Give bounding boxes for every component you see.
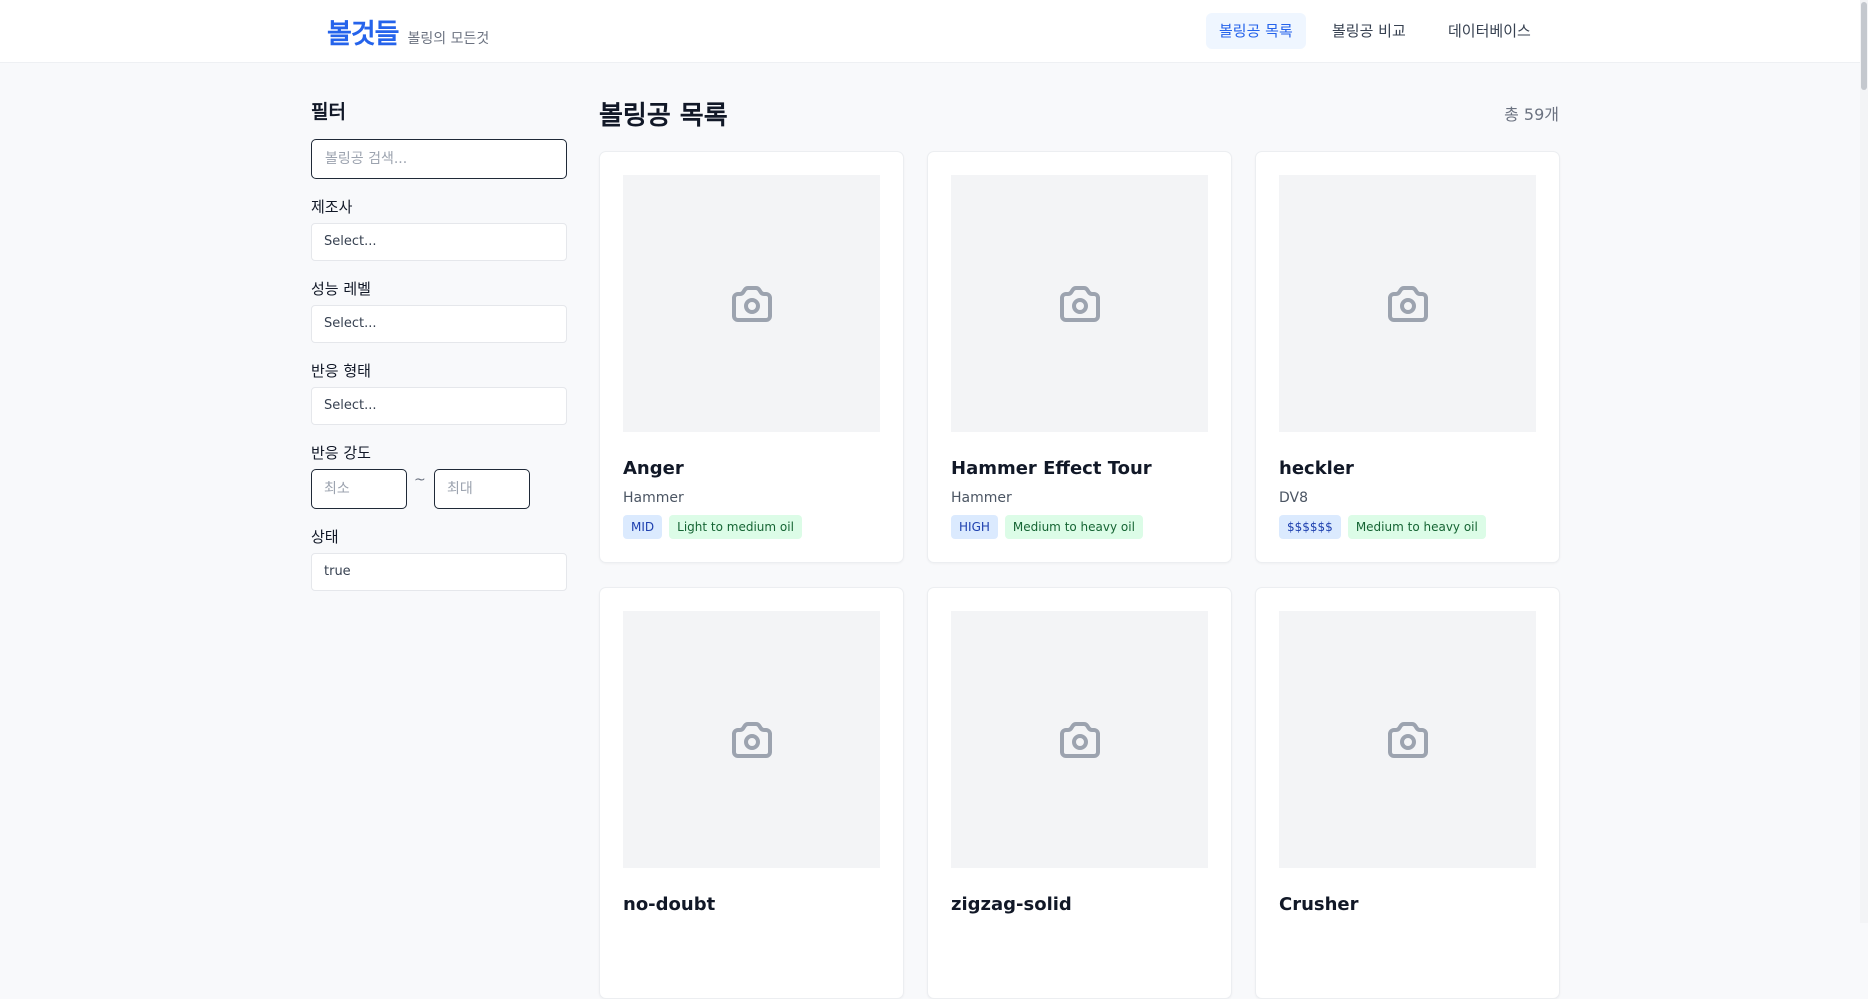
ball-name: Hammer Effect Tour (951, 458, 1152, 479)
ball-card[interactable]: Anger Hammer MID Light to medium oil (599, 151, 904, 563)
page-title: 볼링공 목록 (599, 101, 728, 131)
brand-logo[interactable]: 볼것들 (327, 12, 400, 51)
ball-image-placeholder (1279, 175, 1536, 432)
price-badge: $$$$$$ (1279, 515, 1341, 539)
ball-brand: DV8 (1279, 490, 1309, 506)
brand[interactable]: 볼것들 볼링의 모든것 (327, 12, 489, 51)
ball-image-placeholder (1279, 611, 1536, 868)
ball-image-placeholder (623, 611, 880, 868)
oil-condition-badge: Light to medium oil (669, 515, 802, 539)
camera-icon (1059, 285, 1100, 322)
status-label: 상태 (311, 528, 339, 546)
reaction-shape-label: 반응 형태 (311, 362, 371, 380)
ball-tags: MID Light to medium oil (623, 515, 802, 539)
manufacturer-label: 제조사 (311, 198, 353, 216)
filter-title: 필터 (311, 101, 346, 123)
top-navbar: 볼것들 볼링의 모든것 볼링공 목록 볼링공 비교 데이터베이스 (0, 0, 1868, 63)
ball-card[interactable]: zigzag-solid (927, 587, 1232, 999)
nav-ball-compare[interactable]: 볼링공 비교 (1319, 13, 1419, 49)
ball-image-placeholder (951, 175, 1208, 432)
ball-name: Crusher (1279, 894, 1359, 915)
ball-brand: Hammer (951, 490, 1012, 506)
oil-condition-badge: Medium to heavy oil (1004, 515, 1143, 539)
nav-database[interactable]: 데이터베이스 (1435, 13, 1544, 49)
performance-badge: HIGH (951, 515, 998, 539)
ball-card[interactable]: Hammer Effect Tour Hammer HIGH Medium to… (927, 151, 1232, 563)
camera-icon (1059, 721, 1100, 758)
status-select[interactable]: true (311, 553, 567, 591)
oil-condition-badge: Medium to heavy oil (1347, 515, 1486, 539)
camera-icon (731, 721, 772, 758)
ball-name: no-doubt (623, 894, 716, 915)
manufacturer-select[interactable]: Select... (311, 223, 567, 261)
ball-name: Anger (623, 458, 684, 479)
performance-level-select[interactable]: Select... (311, 305, 567, 343)
performance-level-label: 성능 레벨 (311, 280, 371, 298)
performance-badge: MID (623, 515, 663, 539)
ball-card[interactable]: heckler DV8 $$$$$$ Medium to heavy oil (1255, 151, 1560, 563)
ball-card[interactable]: no-doubt (599, 587, 904, 999)
ball-image-placeholder (951, 611, 1208, 868)
reaction-strength-min-input[interactable] (311, 469, 407, 509)
range-separator: ~ (414, 472, 426, 488)
ball-brand: Hammer (623, 490, 684, 506)
reaction-strength-label: 반응 강도 (311, 444, 371, 462)
result-count: 총 59개 (1504, 105, 1559, 124)
page-scrollbar[interactable] (1860, 0, 1868, 923)
ball-name: heckler (1279, 458, 1354, 479)
camera-icon (1387, 285, 1428, 322)
camera-icon (1387, 721, 1428, 758)
camera-icon (731, 285, 772, 322)
ball-name: zigzag-solid (951, 894, 1072, 915)
ball-tags: $$$$$$ Medium to heavy oil (1279, 515, 1486, 539)
nav-ball-list[interactable]: 볼링공 목록 (1206, 13, 1306, 49)
brand-tagline: 볼링의 모든것 (407, 31, 490, 47)
scrollbar-thumb[interactable] (1861, 2, 1867, 90)
reaction-strength-max-input[interactable] (434, 469, 530, 509)
ball-search-input[interactable] (311, 139, 567, 179)
reaction-shape-select[interactable]: Select... (311, 387, 567, 425)
ball-tags: HIGH Medium to heavy oil (951, 515, 1143, 539)
ball-image-placeholder (623, 175, 880, 432)
ball-card[interactable]: Crusher (1255, 587, 1560, 999)
